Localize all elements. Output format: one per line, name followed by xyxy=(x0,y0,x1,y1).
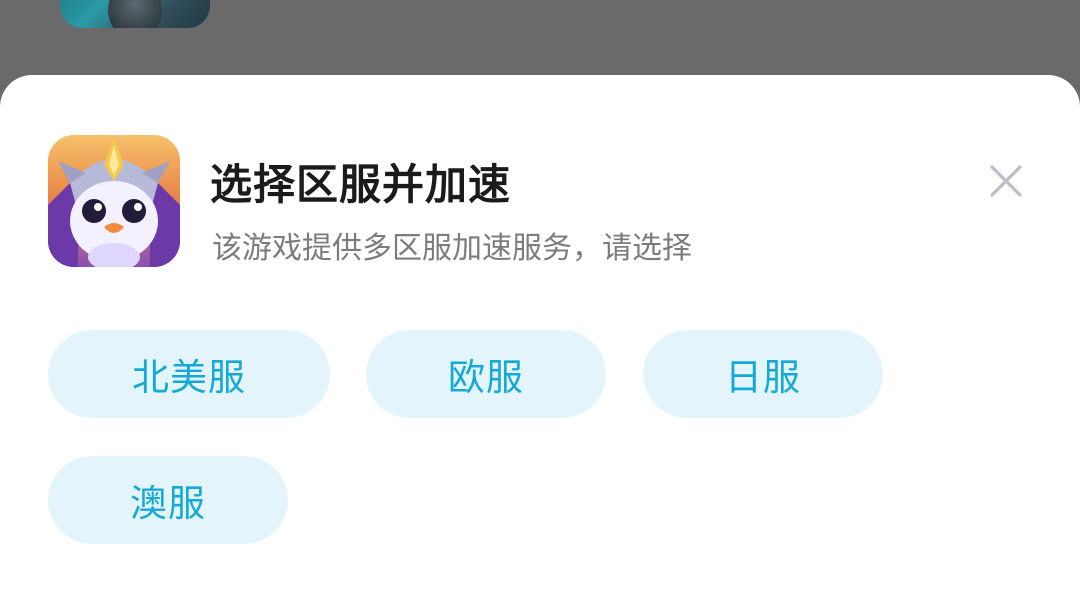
dialog-title: 选择区服并加速 xyxy=(210,160,512,209)
penguin-game-icon xyxy=(48,135,180,267)
region-label: 澳服 xyxy=(130,482,206,525)
background-game-thumbnail xyxy=(60,0,210,28)
region-select-sheet: 选择区服并加速 该游戏提供多区服加速服务，请选择 北美服 欧服 日服 澳服 xyxy=(0,75,1080,605)
region-label: 欧服 xyxy=(448,356,524,399)
region-button-europe[interactable]: 欧服 xyxy=(366,330,606,418)
region-label: 北美服 xyxy=(132,356,246,399)
region-button-japan[interactable]: 日服 xyxy=(643,330,883,418)
dialog-subtitle: 该游戏提供多区服加速服务，请选择 xyxy=(212,231,692,266)
region-label: 日服 xyxy=(725,356,801,399)
close-icon xyxy=(989,164,1023,202)
region-button-australia[interactable]: 澳服 xyxy=(48,456,288,544)
region-button-north-america[interactable]: 北美服 xyxy=(48,330,330,418)
close-button[interactable] xyxy=(982,159,1030,207)
